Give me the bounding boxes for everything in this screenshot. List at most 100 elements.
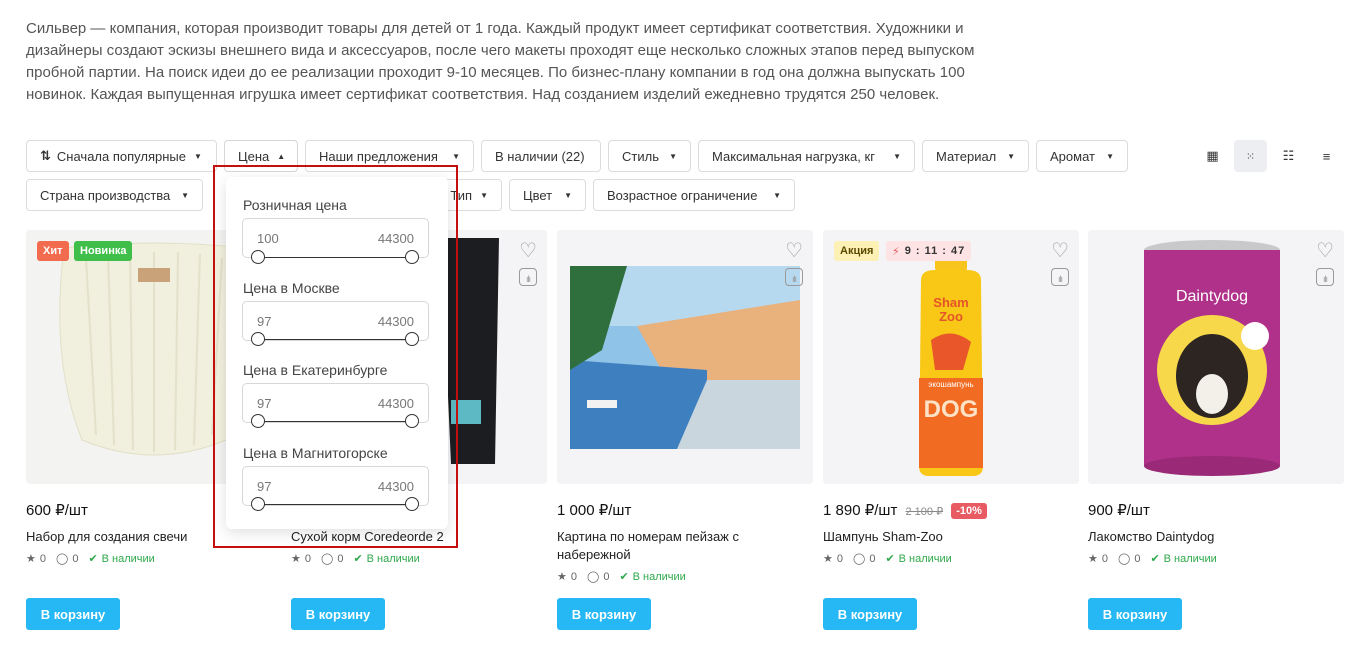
lightning-icon: ⚡: [892, 245, 901, 258]
chevron-down-icon: ▼: [893, 151, 901, 161]
star-icon: ★: [1088, 553, 1098, 565]
country-filter-label: Страна производства: [40, 187, 171, 203]
hit-badge: Хит: [37, 241, 69, 261]
pack-word: DOG: [923, 396, 979, 423]
style-filter[interactable]: Стиль ▼: [608, 140, 691, 172]
product-title[interactable]: Шампунь Sham-Zoo: [823, 528, 1043, 546]
chevron-down-icon: ▼: [452, 151, 460, 161]
check-icon: ✔: [88, 553, 98, 565]
highlight-outline: [213, 165, 458, 548]
grid-large-icon: ▦: [1206, 148, 1219, 163]
aroma-filter-label: Аромат: [1050, 148, 1095, 164]
chevron-down-icon: ▼: [1007, 151, 1015, 161]
age-filter[interactable]: Возрастное ограничение ▼: [593, 179, 795, 211]
view-tiles-large-button[interactable]: ▦: [1196, 140, 1229, 172]
chevron-down-icon: ▼: [773, 190, 781, 200]
aroma-filter[interactable]: Аромат ▼: [1036, 140, 1128, 172]
material-filter[interactable]: Материал ▼: [922, 140, 1029, 172]
pack-brand: Daintydog: [1175, 288, 1249, 305]
product-image[interactable]: Sham Zoo экошампунь DOG: [823, 230, 1079, 484]
product-price: 900 ₽/шт: [1088, 502, 1150, 519]
heart-icon[interactable]: ♡: [785, 238, 803, 263]
product-meta: ★ 0 ◯ 0 ✔ В наличии: [557, 570, 686, 584]
add-to-cart-button[interactable]: В корзину: [1088, 598, 1182, 630]
check-icon: ✔: [885, 553, 895, 565]
product-meta: ★ 0 ◯ 0 ✔ В наличии: [26, 552, 155, 566]
product-title[interactable]: Картина по номерам пейзаж с набережной: [557, 528, 757, 564]
product-card[interactable]: Sham Zoo экошампунь DOG Акция ⚡ 9 : 11 :…: [823, 230, 1079, 630]
stock-status: В наличии: [632, 570, 686, 583]
comment-icon: ◯: [1118, 553, 1131, 565]
offers-filter-label: Наши предложения: [319, 148, 438, 164]
product-meta: ★ 0 ◯ 0 ✔ В наличии: [823, 552, 952, 566]
material-filter-label: Материал: [936, 148, 997, 164]
painting-image: [557, 230, 813, 484]
grid-small-icon: ⁙: [1245, 150, 1256, 163]
timer-badge: ⚡ 9 : 11 : 47: [886, 241, 972, 261]
stock-status: В наличии: [898, 552, 952, 565]
color-filter-label: Цвет: [523, 187, 553, 203]
country-filter[interactable]: Страна производства ▼: [26, 179, 203, 211]
discount-badge: -10%: [951, 503, 987, 519]
product-title[interactable]: Лакомство Daintydog: [1088, 528, 1308, 546]
new-badge: Новинка: [74, 241, 133, 261]
stock-status: В наличии: [1163, 552, 1217, 565]
stock-status: В наличии: [101, 552, 155, 565]
style-filter-label: Стиль: [622, 148, 659, 164]
chevron-down-icon: ▼: [564, 190, 572, 200]
compare-icon[interactable]: ılı: [1316, 268, 1334, 286]
chevron-down-icon: ▼: [1106, 151, 1114, 161]
comment-icon: ◯: [587, 571, 600, 583]
age-filter-label: Возрастное ограничение: [607, 187, 758, 203]
chevron-down-icon: ▼: [193, 151, 202, 161]
compare-icon[interactable]: ılı: [1051, 268, 1069, 286]
star-icon: ★: [557, 571, 567, 583]
shampoo-image: [823, 230, 1079, 484]
comment-icon: ◯: [853, 553, 866, 565]
add-to-cart-button[interactable]: В корзину: [823, 598, 917, 630]
heart-icon[interactable]: ♡: [1316, 238, 1334, 263]
max-load-filter-label: Максимальная нагрузка, кг: [712, 148, 875, 164]
product-price: 1 890 ₽/шт 2 100 ₽ -10%: [823, 501, 987, 519]
price-filter-label: Цена: [238, 148, 270, 164]
product-card[interactable]: ♡ ılı 1 000 ₽/шт Картина по номерам пейз…: [557, 230, 813, 630]
product-meta: ★ 0 ◯ 0 ✔ В наличии: [1088, 552, 1217, 566]
sort-icon: ⇅: [40, 148, 51, 163]
in-stock-filter[interactable]: В наличии (22): [481, 140, 601, 172]
category-description: Сильвер — компания, которая производит т…: [26, 20, 975, 103]
product-image[interactable]: [557, 230, 813, 484]
view-list-button[interactable]: ☷: [1272, 140, 1305, 172]
view-tiles-small-button[interactable]: ⁙: [1234, 140, 1267, 172]
max-load-filter[interactable]: Максимальная нагрузка, кг ▼: [698, 140, 915, 172]
list-icon: ☷: [1282, 148, 1295, 163]
sort-label: Сначала популярные: [56, 148, 186, 164]
stock-status: В наличии: [366, 552, 420, 565]
star-icon: ★: [823, 553, 833, 565]
add-to-cart-button[interactable]: В корзину: [291, 598, 385, 630]
add-to-cart-button[interactable]: В корзину: [26, 598, 120, 630]
product-card[interactable]: Daintydog ♡ ılı 900 ₽/шт Лакомство Daint…: [1088, 230, 1344, 630]
color-filter[interactable]: Цвет ▼: [509, 179, 586, 211]
chevron-down-icon: ▼: [181, 190, 189, 200]
chevron-down-icon: ▼: [480, 190, 488, 200]
view-table-button[interactable]: ≡: [1310, 140, 1343, 172]
product-price: 600 ₽/шт: [26, 502, 88, 519]
star-icon: ★: [26, 553, 36, 565]
timer-value: 9 : 11 : 47: [904, 245, 966, 257]
check-icon: ✔: [353, 553, 363, 565]
check-icon: ✔: [1150, 553, 1160, 565]
star-icon: ★: [291, 553, 301, 565]
chevron-up-icon: ▲: [277, 151, 286, 161]
comment-icon: ◯: [56, 553, 69, 565]
heart-icon[interactable]: ♡: [1051, 238, 1069, 263]
comment-icon: ◯: [321, 553, 334, 565]
sort-dropdown[interactable]: ⇅ Сначала популярные ▼: [26, 140, 217, 172]
add-to-cart-button[interactable]: В корзину: [557, 598, 651, 630]
product-price: 1 000 ₽/шт: [557, 502, 632, 519]
compare-icon[interactable]: ılı: [519, 268, 537, 286]
compare-icon[interactable]: ılı: [785, 268, 803, 286]
product-image[interactable]: Daintydog: [1088, 230, 1344, 484]
pack-sub: экошампунь: [928, 380, 974, 389]
pack-brand: Sham Zoo: [933, 295, 969, 324]
heart-icon[interactable]: ♡: [519, 238, 537, 263]
